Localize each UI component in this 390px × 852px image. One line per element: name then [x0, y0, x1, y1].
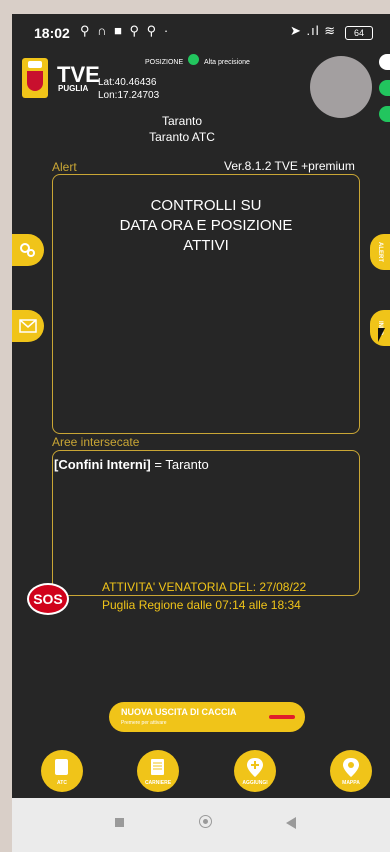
side-toggle-green-1[interactable]	[379, 80, 390, 96]
tve-logo-icon	[22, 58, 48, 98]
status-time: 18:02	[34, 25, 70, 41]
area-entry-value: = Taranto	[150, 457, 209, 472]
latitude: Lat:40.46436	[98, 77, 157, 88]
alert-line-1: CONTROLLI SU	[150, 197, 262, 214]
home-icon[interactable]	[199, 815, 212, 828]
nav-mappa-label: MAPPA	[342, 780, 360, 786]
notification-icons: ⚲ ∩ ■ ⚲ ⚲ ·	[80, 23, 171, 38]
sos-button[interactable]: SOS	[27, 583, 69, 615]
activity-hours: Puglia Regione dalle 07:14 alle 18:34	[102, 598, 301, 612]
settings-side-button[interactable]	[12, 234, 44, 266]
nav-carniere-button[interactable]: CARNIERE	[137, 750, 179, 792]
mouse-cursor-icon	[378, 328, 390, 342]
nav-aggiungi-label: AGGIUNGI	[242, 780, 268, 786]
system-navigation-bar	[12, 798, 390, 852]
side-toggle-green-2[interactable]	[379, 106, 390, 122]
area-entry-type: [Confini Interni]	[54, 457, 151, 472]
hunt-status-bar	[269, 715, 295, 719]
gears-icon	[20, 243, 35, 257]
crown-icon	[28, 61, 42, 68]
alert-side-button[interactable]: ALERT	[370, 234, 390, 270]
back-icon[interactable]	[286, 817, 296, 829]
signal-wifi-icons: ➤ .ıl ≋	[290, 23, 337, 38]
alert-label: Alert	[52, 160, 77, 174]
recents-icon[interactable]	[115, 818, 124, 827]
atc-name: Taranto ATC	[149, 130, 215, 144]
alert-line-2: DATA ORA E POSIZIONE	[119, 217, 293, 234]
activity-date: ATTIVITA' VENATORIA DEL: 27/08/22	[102, 580, 307, 594]
nav-carniere-label: CARNIERE	[144, 780, 172, 786]
position-status-dot	[188, 54, 199, 65]
side-toggle-white[interactable]	[379, 54, 390, 70]
areas-label: Aree intersecate	[52, 435, 140, 449]
status-bar: 18:02 ⚲ ∩ ■ ⚲ ⚲ · ➤ .ıl ≋ 64	[12, 14, 390, 52]
mail-side-button[interactable]	[12, 310, 44, 342]
nav-atc-label: ATC	[57, 780, 67, 786]
mail-icon	[19, 319, 37, 333]
app-screen: 18:02 ⚲ ∩ ■ ⚲ ⚲ · ➤ .ıl ≋ 64 TVE PUGLIA …	[12, 14, 390, 852]
alert-line-3: ATTIVI	[183, 237, 229, 254]
nav-mappa-button[interactable]: MAPPA	[330, 750, 372, 792]
crest-icon	[27, 71, 43, 91]
battery-icon: 64	[345, 26, 373, 40]
new-hunt-subtitle: Premere per attivare	[121, 720, 167, 726]
coordinates: Lat:40.46436 Lon:17.24703	[98, 76, 159, 102]
alert-message: CONTROLLI SU DATA ORA E POSIZIONE ATTIVI	[52, 196, 360, 256]
area-entry: [Confini Interni] = Taranto	[54, 457, 209, 472]
position-label: POSIZIONE	[145, 59, 184, 66]
nav-atc-button[interactable]: ATC	[41, 750, 83, 792]
brand-subtitle: PUGLIA	[58, 84, 89, 93]
nav-aggiungi-button[interactable]: AGGIUNGI	[234, 750, 276, 792]
city-name: Taranto	[161, 114, 203, 128]
new-hunt-title: NUOVA USCITA DI CACCIA	[121, 707, 237, 717]
longitude: Lon:17.24703	[98, 90, 160, 101]
avatar[interactable]	[310, 56, 372, 118]
new-hunt-button[interactable]: NUOVA USCITA DI CACCIA Premere per attiv…	[109, 702, 305, 732]
precision-label: Alta precisione	[204, 59, 250, 66]
version-label: Ver.8.1.2 TVE +premium	[224, 159, 355, 173]
